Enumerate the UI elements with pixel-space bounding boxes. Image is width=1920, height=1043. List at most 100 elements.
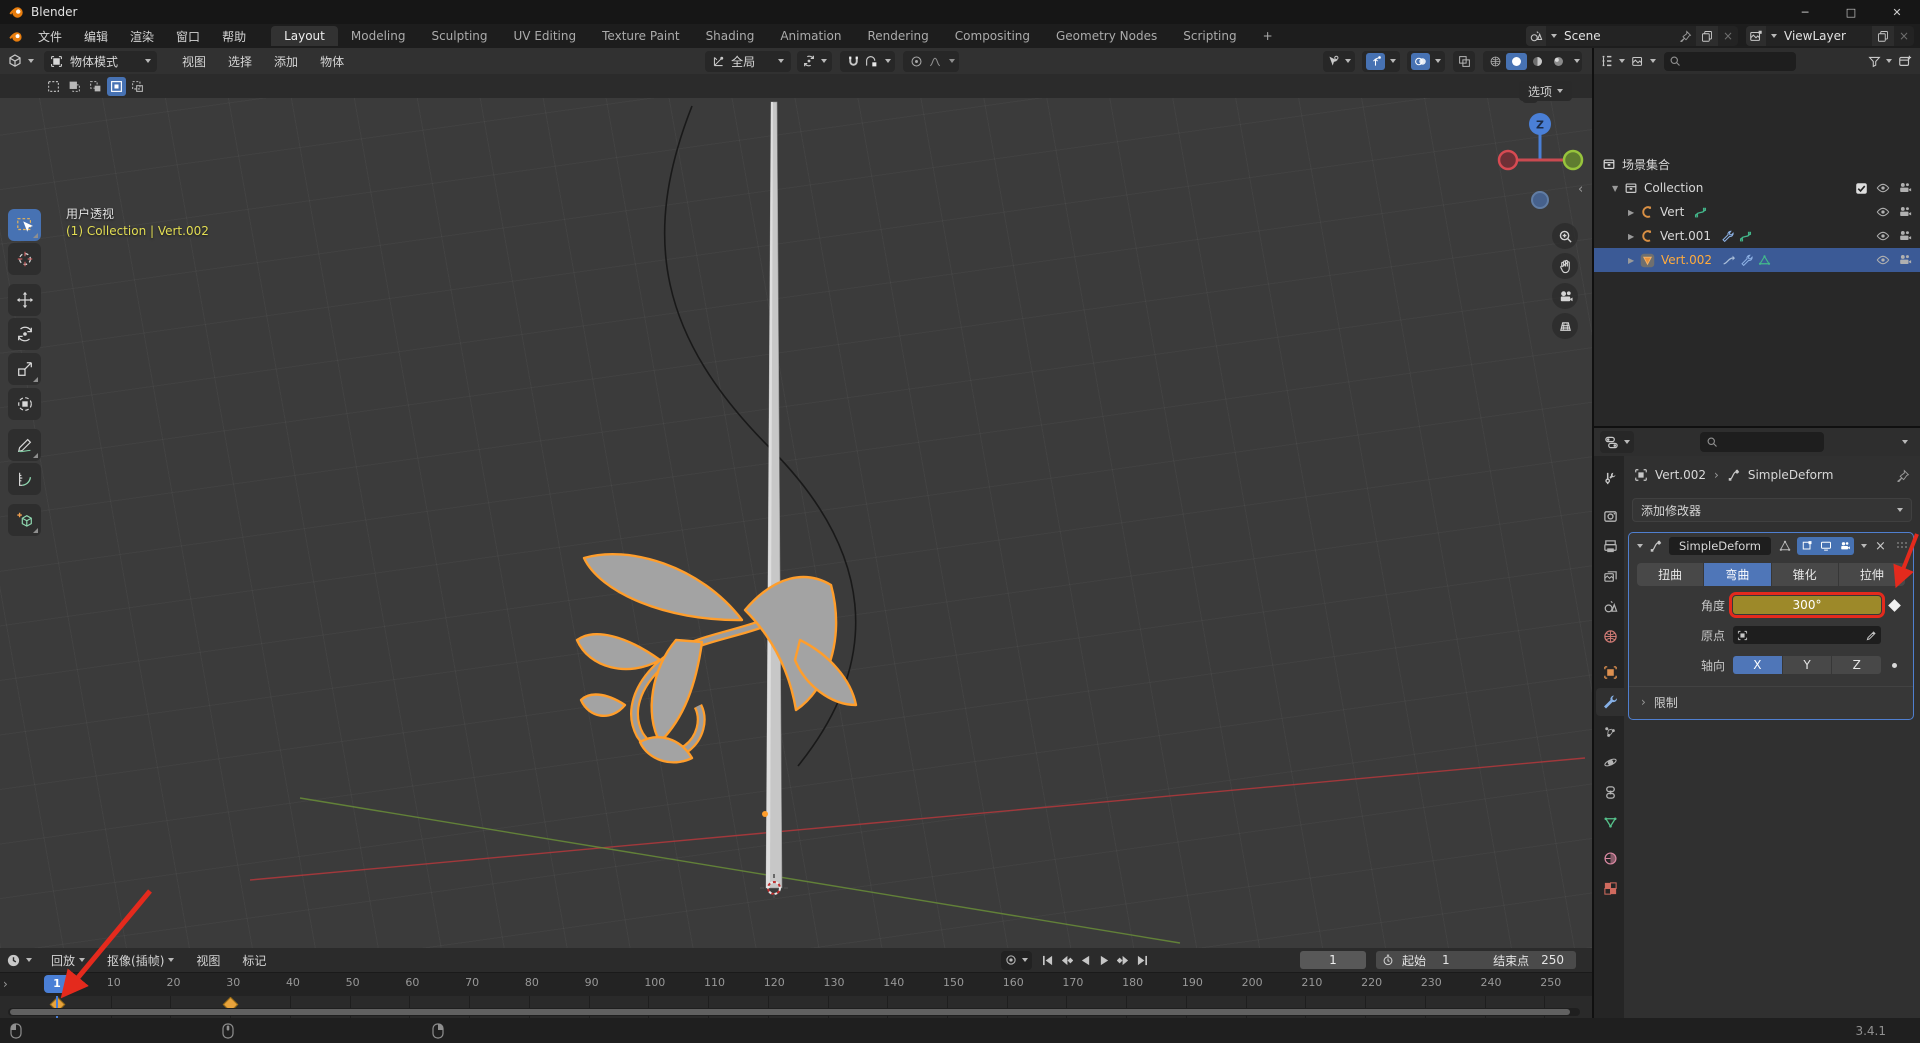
- topbar-menu-4[interactable]: 帮助: [211, 28, 257, 45]
- gizmo-z-negative[interactable]: [1531, 191, 1549, 209]
- disable-render-icon[interactable]: [1898, 253, 1912, 267]
- next-keyframe-button[interactable]: [1114, 951, 1133, 969]
- properties-tab-render[interactable]: [1596, 502, 1624, 530]
- pan-hand-button[interactable]: [1552, 253, 1578, 279]
- viewlayer-selector[interactable]: ViewLayer ×: [1746, 26, 1914, 46]
- outliner-editor-button[interactable]: [1600, 54, 1625, 68]
- tool-rotate[interactable]: [8, 318, 41, 350]
- deform-tab-1[interactable]: 弯曲: [1704, 563, 1771, 586]
- options-dropdown[interactable]: 选项: [1519, 81, 1573, 101]
- properties-tab-material[interactable]: [1596, 844, 1624, 872]
- outliner-filter-button[interactable]: [1868, 55, 1892, 68]
- timeline-scrollbar-thumb[interactable]: [10, 1009, 1570, 1015]
- workspace-tab-5[interactable]: Shading: [693, 26, 768, 46]
- workspace-tab-1[interactable]: Modeling: [338, 26, 419, 46]
- gizmo-x-negative[interactable]: [1497, 149, 1519, 171]
- select-mode-set[interactable]: [44, 77, 63, 96]
- add-modifier-dropdown[interactable]: 添加修改器: [1632, 498, 1912, 522]
- viewport-menu-1[interactable]: 选择: [217, 53, 263, 70]
- outliner-row-vert-001[interactable]: ▶ Vert.001: [1594, 224, 1920, 248]
- start-frame-field[interactable]: 起始: [1402, 952, 1426, 969]
- topbar-menu-1[interactable]: 编辑: [73, 28, 119, 45]
- select-mode-subtract[interactable]: [86, 77, 105, 96]
- outliner-search[interactable]: [1664, 51, 1796, 71]
- scene-name[interactable]: Scene: [1564, 29, 1680, 43]
- drag-handle-icon[interactable]: [1895, 540, 1907, 552]
- remove-viewlayer-icon[interactable]: ×: [1894, 29, 1914, 43]
- gizmo-y-axis[interactable]: [1562, 149, 1584, 171]
- edit-mode-toggle[interactable]: [1797, 537, 1817, 555]
- row-label[interactable]: 场景集合: [1622, 156, 1670, 173]
- workspace-tab-7[interactable]: Rendering: [855, 26, 942, 46]
- scene-icon[interactable]: [1526, 26, 1546, 46]
- object-visibility-dropdown[interactable]: [1323, 50, 1355, 72]
- workspace-tab-9[interactable]: Geometry Nodes: [1043, 26, 1170, 46]
- scene-selector[interactable]: Scene ×: [1526, 26, 1738, 46]
- workspace-tab-2[interactable]: Sculpting: [418, 26, 500, 46]
- mode-dropdown[interactable]: 物体模式: [44, 50, 158, 72]
- outliner-row--[interactable]: 场景集合: [1594, 152, 1920, 176]
- start-frame-value[interactable]: 1: [1442, 953, 1450, 967]
- keyframe-diamond-button[interactable]: [1888, 598, 1901, 612]
- play-button[interactable]: [1095, 951, 1114, 969]
- modifier-extras-chevron[interactable]: [1861, 544, 1868, 548]
- viewport-menu-2[interactable]: 添加: [263, 53, 309, 70]
- viewport-menu-3[interactable]: 物体: [309, 53, 355, 70]
- end-frame-value[interactable]: 250: [1541, 953, 1564, 967]
- timeline-editor-button[interactable]: [6, 953, 32, 968]
- outliner-row-collection[interactable]: ▼ Collection: [1594, 176, 1920, 200]
- blender-menu-icon[interactable]: [8, 29, 23, 44]
- jump-to-end-button[interactable]: [1133, 951, 1152, 969]
- properties-tab-world[interactable]: [1596, 622, 1624, 650]
- viewlayer-name[interactable]: ViewLayer: [1784, 29, 1872, 43]
- properties-options-chevron[interactable]: [1902, 440, 1908, 444]
- new-viewlayer-icon[interactable]: [1872, 26, 1894, 46]
- timeline-menu-3[interactable]: 标记: [231, 952, 277, 969]
- modifier-name-field[interactable]: SimpleDeform: [1669, 537, 1772, 555]
- properties-tab-modifiers[interactable]: [1596, 688, 1624, 716]
- timeline-scrollbar[interactable]: [8, 1008, 1580, 1016]
- viewport-canvas[interactable]: 用户透视 (1) Collection | Vert.002 Z ‹: [0, 98, 1592, 948]
- deform-tab-0[interactable]: 扭曲: [1637, 563, 1704, 586]
- expand-arrow[interactable]: ▼: [1612, 184, 1624, 193]
- tool-scale[interactable]: [8, 353, 41, 385]
- orientation-dropdown[interactable]: 全局: [705, 50, 792, 72]
- workspace-tab-0[interactable]: Layout: [271, 26, 338, 46]
- realtime-toggle[interactable]: [1816, 537, 1836, 555]
- add-workspace-button[interactable]: +: [1250, 26, 1286, 46]
- row-label[interactable]: Vert: [1660, 205, 1684, 219]
- jump-to-start-button[interactable]: [1038, 951, 1057, 969]
- tool-box-select[interactable]: [8, 209, 41, 241]
- shading-material-icon[interactable]: [1527, 53, 1548, 70]
- disable-render-icon[interactable]: [1898, 205, 1912, 219]
- axis-button-z[interactable]: Z: [1832, 656, 1881, 674]
- proportional-edit-icon[interactable]: [907, 55, 926, 68]
- tool-add-cube[interactable]: [8, 504, 41, 536]
- deform-tab-2[interactable]: 锥化: [1771, 563, 1838, 586]
- topbar-menu-2[interactable]: 渲染: [119, 28, 165, 45]
- tool-move[interactable]: [8, 284, 41, 316]
- properties-tab-object-data[interactable]: [1596, 808, 1624, 836]
- topbar-menu-0[interactable]: 文件: [27, 28, 73, 45]
- workspace-tab-8[interactable]: Compositing: [942, 26, 1043, 46]
- animate-dot[interactable]: [1892, 662, 1897, 668]
- outliner-row-vert-002[interactable]: ▶ Vert.002: [1594, 248, 1920, 272]
- row-label[interactable]: Vert.002: [1661, 253, 1712, 267]
- gizmos-dropdown[interactable]: [1362, 50, 1400, 72]
- snap-magnet-icon[interactable]: [844, 55, 863, 68]
- navigation-gizmo[interactable]: Z: [1496, 108, 1586, 188]
- ortho-toggle-button[interactable]: [1552, 313, 1578, 339]
- workspace-tab-6[interactable]: Animation: [767, 26, 854, 46]
- properties-tab-scene[interactable]: [1596, 592, 1624, 620]
- expand-arrow[interactable]: ▶: [1628, 256, 1640, 265]
- disable-render-icon[interactable]: [1898, 181, 1912, 195]
- workspace-tab-10[interactable]: Scripting: [1170, 26, 1249, 46]
- close-button[interactable]: ✕: [1874, 6, 1920, 19]
- minimize-button[interactable]: ─: [1782, 6, 1828, 19]
- timeline-menu-2[interactable]: 视图: [185, 952, 231, 969]
- playhead-badge[interactable]: 1: [44, 975, 70, 993]
- delete-modifier-button[interactable]: ×: [1875, 539, 1886, 554]
- select-mode-intersect[interactable]: [128, 77, 147, 96]
- timeline-ruler[interactable]: › 10 20 30 40 50 60 70 80 90 100 110 120 130 140 150 16…: [0, 972, 1592, 996]
- play-reverse-button[interactable]: [1076, 951, 1095, 969]
